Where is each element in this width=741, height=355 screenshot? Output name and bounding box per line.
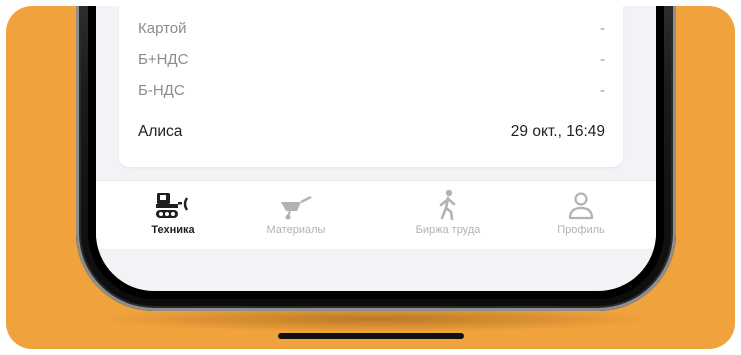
walking-person-icon xyxy=(393,187,503,221)
phone-frame: Картой - Б+НДС - Б-НДС - Алиса 29 окт., … xyxy=(76,6,676,311)
author-name: Алиса xyxy=(138,123,183,140)
phone-bezel: Картой - Б+НДС - Б-НДС - Алиса 29 окт., … xyxy=(88,6,664,299)
tab-label: Профиль xyxy=(557,224,605,236)
bottom-tab-bar: Техника Материалы Биржа труда Профиль xyxy=(96,180,656,249)
payment-row-vat-included: Б+НДС - xyxy=(138,47,605,71)
payment-row-value: - xyxy=(600,50,605,68)
orange-background: Картой - Б+НДС - Б-НДС - Алиса 29 окт., … xyxy=(6,6,735,349)
tab-label: Материалы xyxy=(266,224,326,236)
order-details-card: Картой - Б+НДС - Б-НДС - Алиса 29 окт., … xyxy=(119,6,623,167)
tab-label: Биржа труда xyxy=(415,224,481,236)
payment-row-label: Б+НДС xyxy=(138,50,189,68)
order-footer: Алиса 29 окт., 16:49 xyxy=(138,120,605,144)
payment-row-value: - xyxy=(600,81,605,99)
home-indicator[interactable] xyxy=(277,333,464,339)
profile-icon xyxy=(526,187,636,221)
tab-equipment[interactable]: Техника xyxy=(118,187,228,236)
payment-row-value: - xyxy=(600,19,605,37)
payment-row-card: Картой - xyxy=(138,16,605,40)
payment-row-label: Б-НДС xyxy=(138,81,185,99)
equipment-icon xyxy=(118,187,228,221)
order-datetime: 29 окт., 16:49 xyxy=(510,123,605,140)
payment-row-label: Картой xyxy=(138,19,187,37)
payment-row-vat-excluded: Б-НДС - xyxy=(138,78,605,102)
tab-labor-exchange[interactable]: Биржа труда xyxy=(393,187,503,236)
tab-label: Техника xyxy=(151,224,195,236)
phone-screen: Картой - Б+НДС - Б-НДС - Алиса 29 окт., … xyxy=(96,6,656,291)
wheelbarrow-icon xyxy=(241,187,351,221)
tab-profile[interactable]: Профиль xyxy=(526,187,636,236)
tab-materials[interactable]: Материалы xyxy=(241,187,351,236)
